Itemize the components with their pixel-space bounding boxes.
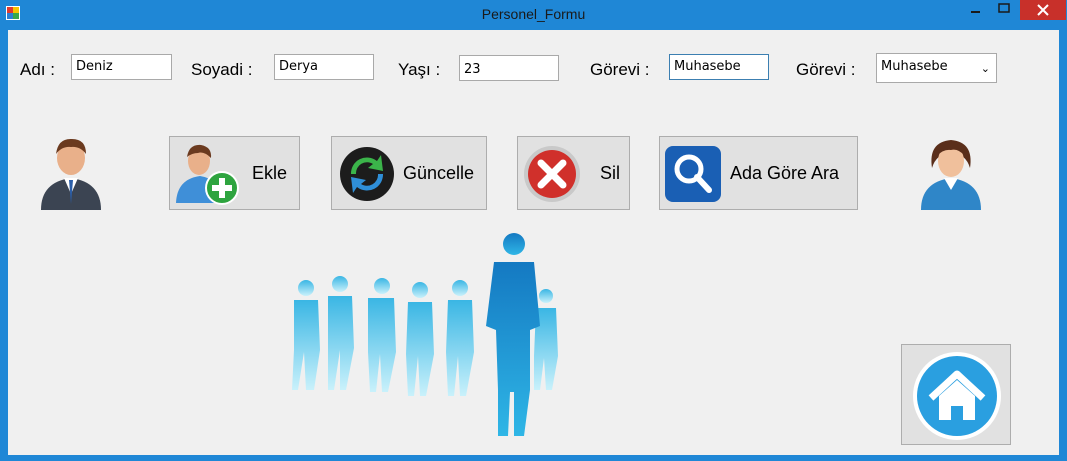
search-button[interactable]: Ada Göre Ara <box>659 136 858 210</box>
age-label: Yaşı : <box>398 60 441 79</box>
window-title: Personel_Formu <box>481 6 586 22</box>
update-button-label: Güncelle <box>403 163 475 183</box>
delete-button[interactable]: Sil <box>517 136 630 210</box>
minimize-icon <box>971 11 980 13</box>
close-icon <box>1037 4 1049 16</box>
male-user-icon <box>41 138 101 210</box>
title-bar[interactable]: Personel_Formu <box>0 0 1067 28</box>
role-field[interactable]: Muhasebe <box>669 54 769 80</box>
delete-icon <box>524 146 580 202</box>
add-button-label: Ekle <box>252 163 288 183</box>
role-select[interactable]: Muhasebe ⌄ <box>876 53 997 83</box>
age-field[interactable]: 23 <box>459 55 559 81</box>
surname-label: Soyadi : <box>191 60 253 79</box>
add-user-icon <box>176 144 239 205</box>
home-button[interactable] <box>901 344 1011 445</box>
add-button[interactable]: Ekle <box>169 136 300 210</box>
refresh-icon <box>340 147 394 201</box>
form-client-area: Adı : Deniz Soyadi : Derya Yaşı : 23 Gör… <box>8 30 1059 455</box>
close-button[interactable] <box>1020 0 1066 20</box>
surname-field[interactable]: Derya <box>274 54 374 80</box>
minimize-button[interactable] <box>962 0 990 20</box>
update-button[interactable]: Güncelle <box>331 136 487 210</box>
role-label: Görevi : <box>590 60 650 79</box>
female-user-icon <box>921 140 981 210</box>
role-select-label: Görevi : <box>796 60 856 79</box>
name-field[interactable]: Deniz <box>71 54 172 80</box>
maximize-icon <box>998 3 1010 13</box>
delete-button-label: Sil <box>600 163 621 183</box>
search-button-label: Ada Göre Ara <box>730 163 840 183</box>
name-label: Adı : <box>20 60 55 79</box>
role-select-value: Muhasebe <box>881 59 948 74</box>
people-silhouette-icon <box>292 233 558 436</box>
window: Personel_Formu Adı : Deniz Soyadi : Dery… <box>0 0 1067 461</box>
search-icon <box>665 146 721 202</box>
chevron-down-icon: ⌄ <box>980 62 990 75</box>
home-icon <box>913 352 1001 440</box>
maximize-button[interactable] <box>990 0 1018 20</box>
